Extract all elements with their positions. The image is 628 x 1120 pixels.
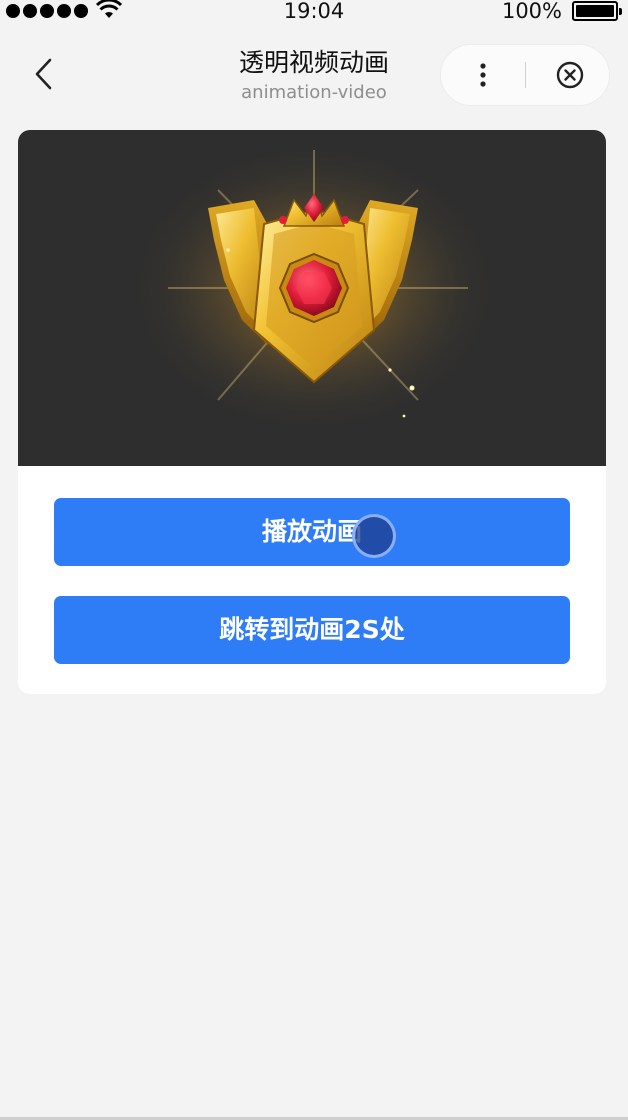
close-button[interactable] [541, 45, 601, 105]
page: 19:04 100% 透明视频动画 animation-video 播放动画 跳… [0, 0, 628, 1120]
content-card: 播放动画 跳转到动画2S处 [18, 130, 606, 694]
close-circle-icon [556, 61, 584, 89]
more-button[interactable] [455, 45, 511, 105]
menu-capsule [440, 44, 610, 106]
status-bar: 19:04 100% [0, 0, 628, 24]
animation-video[interactable] [18, 130, 606, 466]
battery-fill [576, 5, 614, 17]
capsule-divider [525, 62, 526, 88]
more-vertical-icon [480, 63, 486, 87]
battery-percent: 100% [501, 0, 562, 23]
play-animation-button[interactable]: 播放动画 [54, 498, 570, 566]
battery-icon [572, 1, 622, 21]
nav-bar: 透明视频动画 animation-video [0, 40, 628, 110]
touch-indicator [352, 514, 396, 558]
seek-2s-button[interactable]: 跳转到动画2S处 [54, 596, 570, 664]
gold-badge-animation [124, 138, 504, 438]
